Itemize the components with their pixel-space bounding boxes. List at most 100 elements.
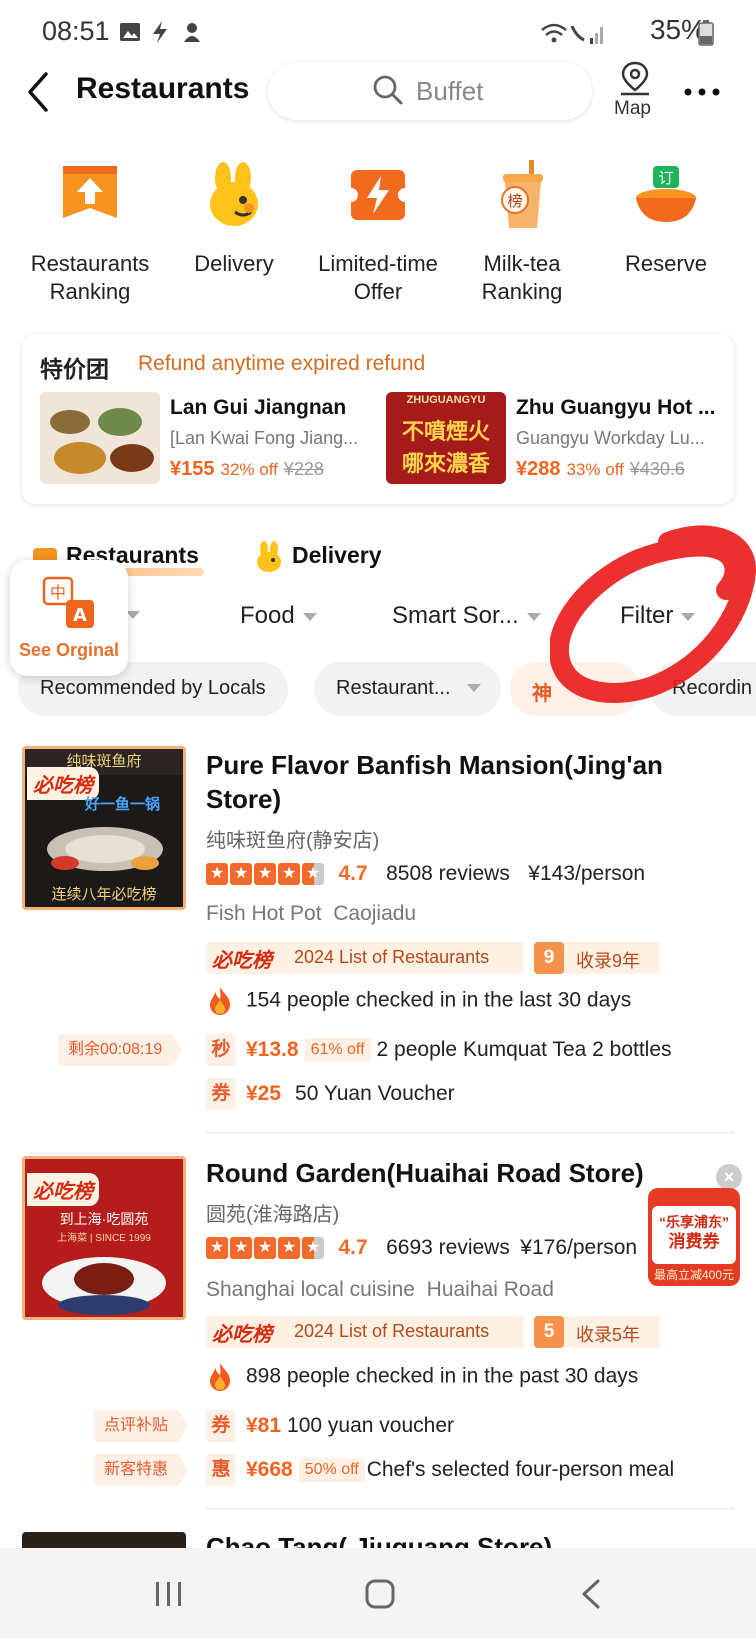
- card-divider: [206, 1132, 734, 1133]
- category-delivery[interactable]: Delivery: [164, 160, 304, 278]
- deal-subtitle: [Lan Kwai Fong Jiang...: [170, 428, 359, 448]
- home-icon[interactable]: [364, 1578, 396, 1610]
- new-customer-tag: 新客特惠: [94, 1454, 189, 1486]
- consumption-coupon-banner[interactable]: “乐享浦东” 消费券 最高立减400元: [648, 1188, 740, 1286]
- category-limited-offer[interactable]: Limited-time Offer: [308, 160, 448, 306]
- area-tag: Huaihai Road: [426, 1278, 554, 1301]
- map-pin-icon: [621, 61, 649, 96]
- chevron-down-icon: [126, 611, 140, 619]
- star-icon: ★: [206, 863, 228, 885]
- restaurant-name-cn: 圆苑(淮海路店): [206, 1204, 340, 1226]
- rating-row: ★ ★ ★ ★ ★ 4.7 8508 reviews ¥143/person: [206, 862, 645, 888]
- ranking-ribbon-icon: [57, 160, 123, 232]
- coupon-amount: 最高立减400元: [653, 1268, 735, 1282]
- see-original-button[interactable]: 中A See Orginal: [10, 560, 128, 676]
- status-time: 08:51: [42, 16, 110, 46]
- deal-image-text: 不噴煙火: [401, 419, 490, 444]
- promo-tagline: Refund anytime expired refund: [138, 352, 426, 375]
- deal-original-price: ¥430.6: [629, 459, 685, 479]
- deal-image: [40, 392, 160, 484]
- recent-apps-icon[interactable]: [152, 1578, 186, 1610]
- deal-name: Zhu Guangyu Hot ...: [516, 396, 716, 419]
- sort-label: Smart Sor...: [392, 602, 519, 629]
- offer-type-badge: 惠: [206, 1454, 236, 1486]
- deal-price: ¥288 33% off ¥430.6: [516, 458, 685, 481]
- deal-image-text: 哪來濃香: [401, 451, 490, 476]
- years-number: 5: [534, 1316, 564, 1348]
- star-half-icon: ★: [302, 1237, 324, 1259]
- offer-row[interactable]: 券 ¥25 50 Yuan Voucher: [206, 1078, 455, 1112]
- dish-photo: [42, 1257, 166, 1315]
- reserve-table-icon: 订: [633, 160, 699, 232]
- price-per-person: ¥143/person: [528, 862, 646, 885]
- deal-price: ¥155 32% off ¥228: [170, 458, 324, 481]
- offer-type-badge: 秒: [206, 1034, 236, 1066]
- offer-discount: 50% off: [298, 1458, 365, 1482]
- translate-icon: 中A: [42, 576, 94, 628]
- offer-type-badge: 券: [206, 1410, 236, 1442]
- deal-price-value: ¥155: [170, 458, 215, 480]
- group-deal-promo[interactable]: 特价团 Refund anytime expired refund Lan Gu…: [22, 334, 734, 504]
- restaurant-tags: Shanghai local cuisine Huaihai Road: [206, 1278, 554, 1302]
- gallery-icon: [120, 23, 140, 41]
- close-coupon-button[interactable]: ×: [716, 1164, 742, 1190]
- back-icon[interactable]: [24, 70, 52, 114]
- years-label: 收录9年: [576, 951, 641, 971]
- category-reserve[interactable]: 订 Reserve: [596, 160, 736, 278]
- category-label: Restaurants Ranking: [30, 251, 150, 304]
- delivery-rabbit-icon: [201, 160, 267, 232]
- star-icon: ★: [254, 1237, 276, 1259]
- deal-price-value: ¥288: [516, 458, 561, 480]
- promo-deal[interactable]: ZHUGUANGYU 不噴煙火 哪來濃香 Zhu Guangyu Hot ...…: [386, 392, 726, 488]
- search-icon: [373, 75, 403, 105]
- chip-restaurant[interactable]: Restaurant...: [314, 662, 501, 716]
- countdown-tag: 剩余00:08:19: [58, 1034, 183, 1066]
- must-eat-logo: 必吃榜: [212, 1324, 272, 1346]
- deal-subtitle: Guangyu Workday Lu...: [516, 428, 705, 448]
- more-options-icon[interactable]: [682, 86, 722, 98]
- review-count: 8508 reviews: [386, 862, 510, 885]
- thumb-caption: 连续八年必吃榜: [51, 886, 157, 903]
- ranking-list-badge[interactable]: 必吃榜 2024 List of Restaurants: [206, 1316, 524, 1348]
- coupon-title: “乐享浦东”: [659, 1214, 729, 1230]
- deal-name: Lan Gui Jiangnan: [170, 396, 347, 419]
- tab-delivery[interactable]: Delivery: [292, 542, 382, 569]
- cuisine-tag: Fish Hot Pot: [206, 902, 322, 925]
- svg-text:A: A: [73, 605, 87, 626]
- category-restaurants-ranking[interactable]: Restaurants Ranking: [20, 160, 160, 306]
- offer-description: 50 Yuan Voucher: [295, 1082, 455, 1105]
- area-tag: Caojiadu: [333, 902, 417, 925]
- sort-dropdown[interactable]: Smart Sor...: [392, 602, 541, 630]
- flash-icon: [153, 21, 167, 43]
- thumb-caption: 到上海·吃圆苑: [59, 1211, 149, 1227]
- hotpot-photo: [47, 827, 163, 871]
- offer-discount: 61% off: [304, 1038, 371, 1062]
- svg-text:中: 中: [50, 583, 66, 602]
- see-original-label: See Orginal: [18, 640, 120, 660]
- promo-deal[interactable]: Lan Gui Jiangnan [Lan Kwai Fong Jiang...…: [40, 392, 380, 488]
- offer-row[interactable]: 秒 ¥13.8 61% off 2 people Kumquat Tea 2 bott…: [206, 1034, 672, 1068]
- list-label: 2024 List of Restaurants: [294, 947, 490, 967]
- food-filter-dropdown[interactable]: Food: [240, 602, 317, 630]
- svg-text:榜: 榜: [507, 192, 522, 210]
- offer-row[interactable]: 惠 ¥668 50% off Chef's selected four-person …: [206, 1454, 674, 1488]
- fire-icon: [210, 987, 230, 1015]
- restaurant-name-cn: 纯味斑鱼府(静安店): [206, 830, 380, 852]
- must-eat-badge: 必吃榜: [27, 1173, 99, 1206]
- card-divider: [206, 1508, 734, 1509]
- food-filter-label: Food: [240, 602, 295, 629]
- offer-price: ¥81: [246, 1414, 282, 1437]
- thumb-caption: 上海菜 | SINCE 1999: [57, 1233, 151, 1244]
- restaurant-name: Round Garden(Huaihai Road Store): [206, 1158, 644, 1188]
- back-nav-icon[interactable]: [578, 1578, 604, 1610]
- search-bar[interactable]: Buffet: [268, 62, 592, 120]
- offer-description: 2 people Kumquat Tea 2 bottles: [376, 1038, 672, 1061]
- checkin-text: 898 people checked in in the past 30 day…: [246, 1364, 639, 1388]
- category-milk-tea-ranking[interactable]: 榜 Milk-tea Ranking: [452, 160, 592, 306]
- ranking-list-badge[interactable]: 必吃榜 2024 List of Restaurants: [206, 942, 524, 974]
- offer-row[interactable]: 券 ¥81 100 yuan voucher: [206, 1410, 454, 1444]
- cuisine-tag: Shanghai local cuisine: [206, 1278, 415, 1301]
- battery-icon: [698, 20, 714, 46]
- years-number: 9: [534, 942, 564, 974]
- deal-discount: 32% off: [220, 460, 278, 479]
